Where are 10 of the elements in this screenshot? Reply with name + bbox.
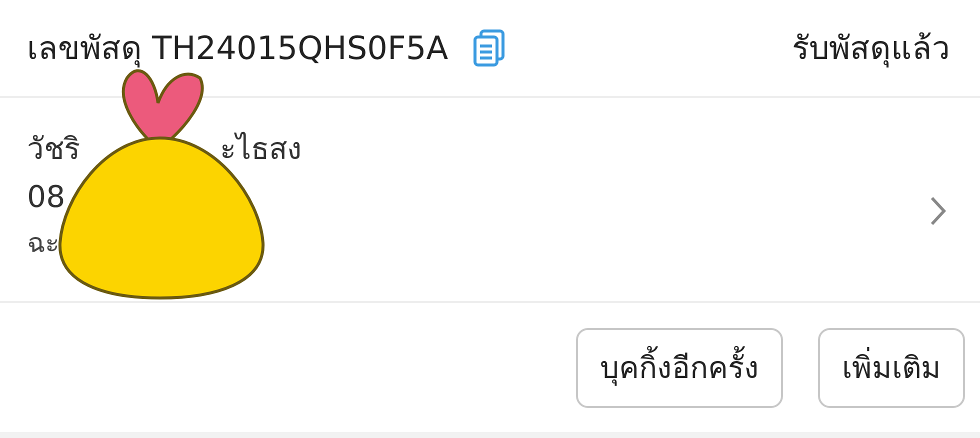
- copy-icon[interactable]: [472, 29, 506, 67]
- phone-number: 08: [27, 180, 66, 215]
- delivery-status: รับพัสดุแล้ว: [792, 28, 950, 70]
- tracking-number: เลขพัสดุ TH24015QHS0F5A: [27, 28, 448, 70]
- action-button[interactable]: บุคกิ้งอีกครั้ง: [576, 328, 783, 408]
- chevron-right-icon: [929, 195, 947, 227]
- address-text: ฉะ: [27, 228, 60, 259]
- recipient-name: ะไธสง: [220, 132, 302, 167]
- recipient-name: วัชริ: [27, 132, 80, 167]
- action-button[interactable]: เพิ่มเติม: [818, 328, 965, 408]
